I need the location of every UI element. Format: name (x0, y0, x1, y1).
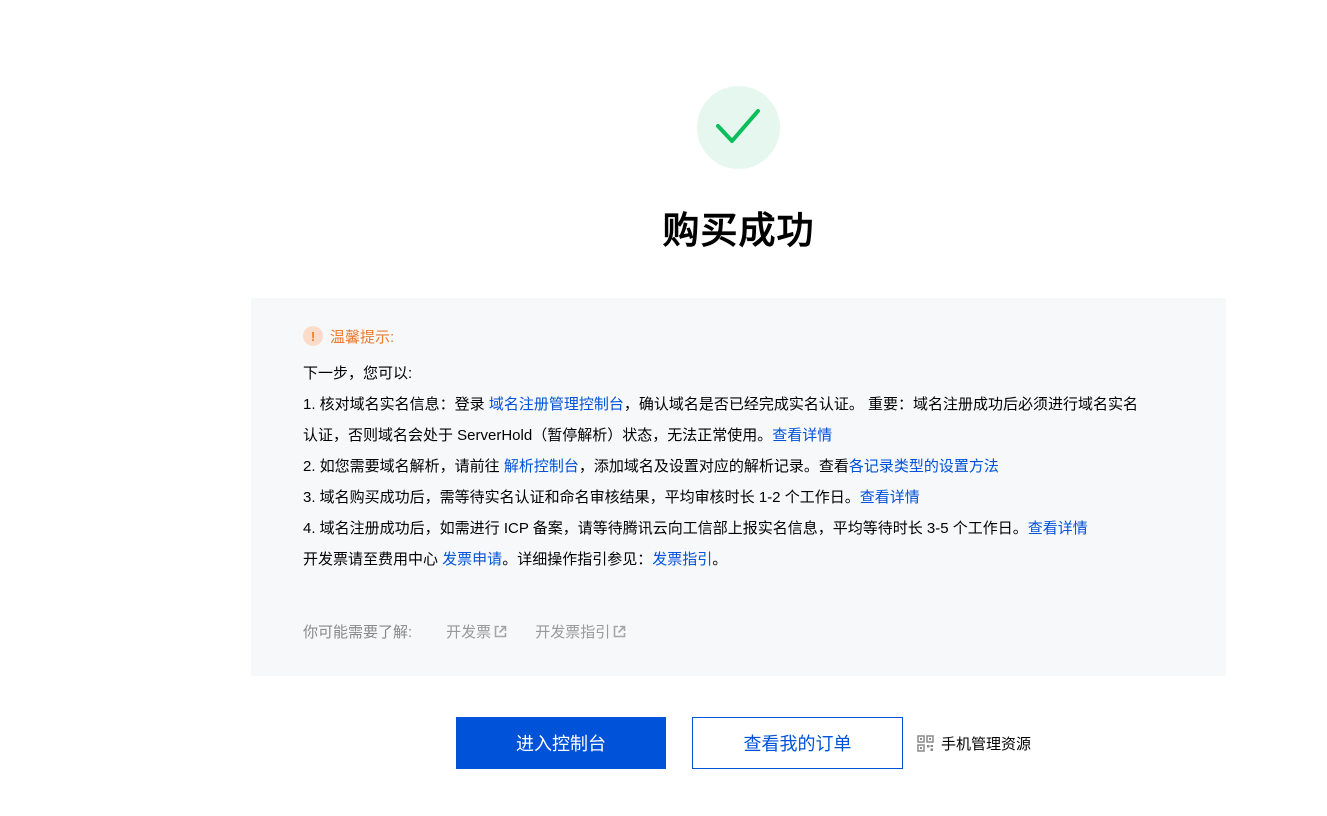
tip-header: ! 温馨提示: (303, 326, 394, 346)
tip-item-3-text: 3. 域名购买成功后，需等待实名认证和命名审核结果，平均审核时长 1-2 个工作… (303, 489, 860, 506)
tip-item-2-middle: ，添加域名及设置对应的解析记录。查看 (578, 458, 849, 475)
view-details-link-3[interactable]: 查看详情 (860, 489, 920, 506)
tip-item-1-middle: ，确认域名是否已经完成实名认证。 重要：域名注册成功后必须进行域名实名 (623, 396, 1139, 413)
mobile-manage-link[interactable]: 手机管理资源 (917, 733, 1031, 754)
invoice-guide-link[interactable]: 发票指引 (652, 551, 712, 568)
related-link-label: 开发票 (446, 624, 492, 641)
mobile-manage-label: 手机管理资源 (941, 736, 1032, 753)
domain-console-link[interactable]: 域名注册管理控制台 (489, 396, 624, 413)
record-types-guide-link[interactable]: 各记录类型的设置方法 (849, 458, 999, 475)
tip-invoice: 开发票请至费用中心 发票申请。详细操作指引参见：发票指引。 (303, 544, 1183, 575)
tip-invoice-middle: 。详细操作指引参见： (502, 551, 653, 568)
related-links: 你可能需要了解: 开发票 开发票指引 (303, 621, 654, 642)
view-orders-button[interactable]: 查看我的订单 (692, 717, 903, 769)
tip-item-2: 2. 如您需要域名解析，请前往 解析控制台，添加域名及设置对应的解析记录。查看各… (303, 451, 1183, 482)
view-details-link-1[interactable]: 查看详情 (772, 427, 832, 444)
tip-invoice-suffix: 。 (712, 551, 728, 568)
tip-item-1-line-2: 认证，否则域名会处于 ServerHold（暂停解析）状态，无法正常使用。查看详… (303, 420, 1183, 451)
enter-console-button[interactable]: 进入控制台 (456, 717, 666, 769)
invoice-apply-link[interactable]: 发票申请 (442, 551, 502, 568)
tip-item-1-line-1: 1. 核对域名实名信息：登录 域名注册管理控制台，确认域名是否已经完成实名认证。… (303, 389, 1183, 420)
view-details-link-4[interactable]: 查看详情 (1028, 520, 1088, 537)
purchase-success-page: 购买成功 ! 温馨提示: 下一步，您可以: 1. 核对域名实名信息：登录 域名注… (0, 0, 1327, 816)
exclamation-icon: ! (303, 326, 323, 346)
tip-item-1-prefix: 1. 核对域名实名信息：登录 (303, 396, 489, 413)
tips-panel: ! 温馨提示: 下一步，您可以: 1. 核对域名实名信息：登录 域名注册管理控制… (251, 298, 1226, 676)
tip-item-4: 4. 域名注册成功后，如需进行 ICP 备案，请等待腾讯云向工信部上报实名信息，… (303, 513, 1183, 544)
tip-body: 下一步，您可以: 1. 核对域名实名信息：登录 域名注册管理控制台，确认域名是否… (303, 358, 1183, 575)
tip-invoice-prefix: 开发票请至费用中心 (303, 551, 443, 568)
tip-intro: 下一步，您可以: (303, 365, 413, 382)
page-title: 购买成功 (662, 210, 815, 251)
related-link-invoice-guide[interactable]: 开发票指引 (535, 621, 626, 642)
related-link-label: 开发票指引 (535, 624, 611, 641)
tip-item-2-prefix: 2. 如您需要域名解析，请前往 (303, 458, 504, 475)
related-label: 你可能需要了解: (303, 624, 413, 641)
external-link-icon (494, 625, 507, 638)
tip-item-3: 3. 域名购买成功后，需等待实名认证和命名审核结果，平均审核时长 1-2 个工作… (303, 482, 1183, 513)
external-link-icon (613, 625, 626, 638)
success-check-circle (697, 86, 780, 169)
check-icon (716, 109, 760, 143)
qr-code-icon (917, 735, 934, 752)
related-link-invoice[interactable]: 开发票 (446, 621, 507, 642)
tip-item-1-line2-text: 认证，否则域名会处于 ServerHold（暂停解析）状态，无法正常使用。 (303, 427, 773, 444)
tip-title: 温馨提示: (330, 328, 395, 346)
tip-item-4-text: 4. 域名注册成功后，如需进行 ICP 备案，请等待腾讯云向工信部上报实名信息，… (303, 520, 1028, 537)
dns-console-link[interactable]: 解析控制台 (504, 458, 579, 475)
